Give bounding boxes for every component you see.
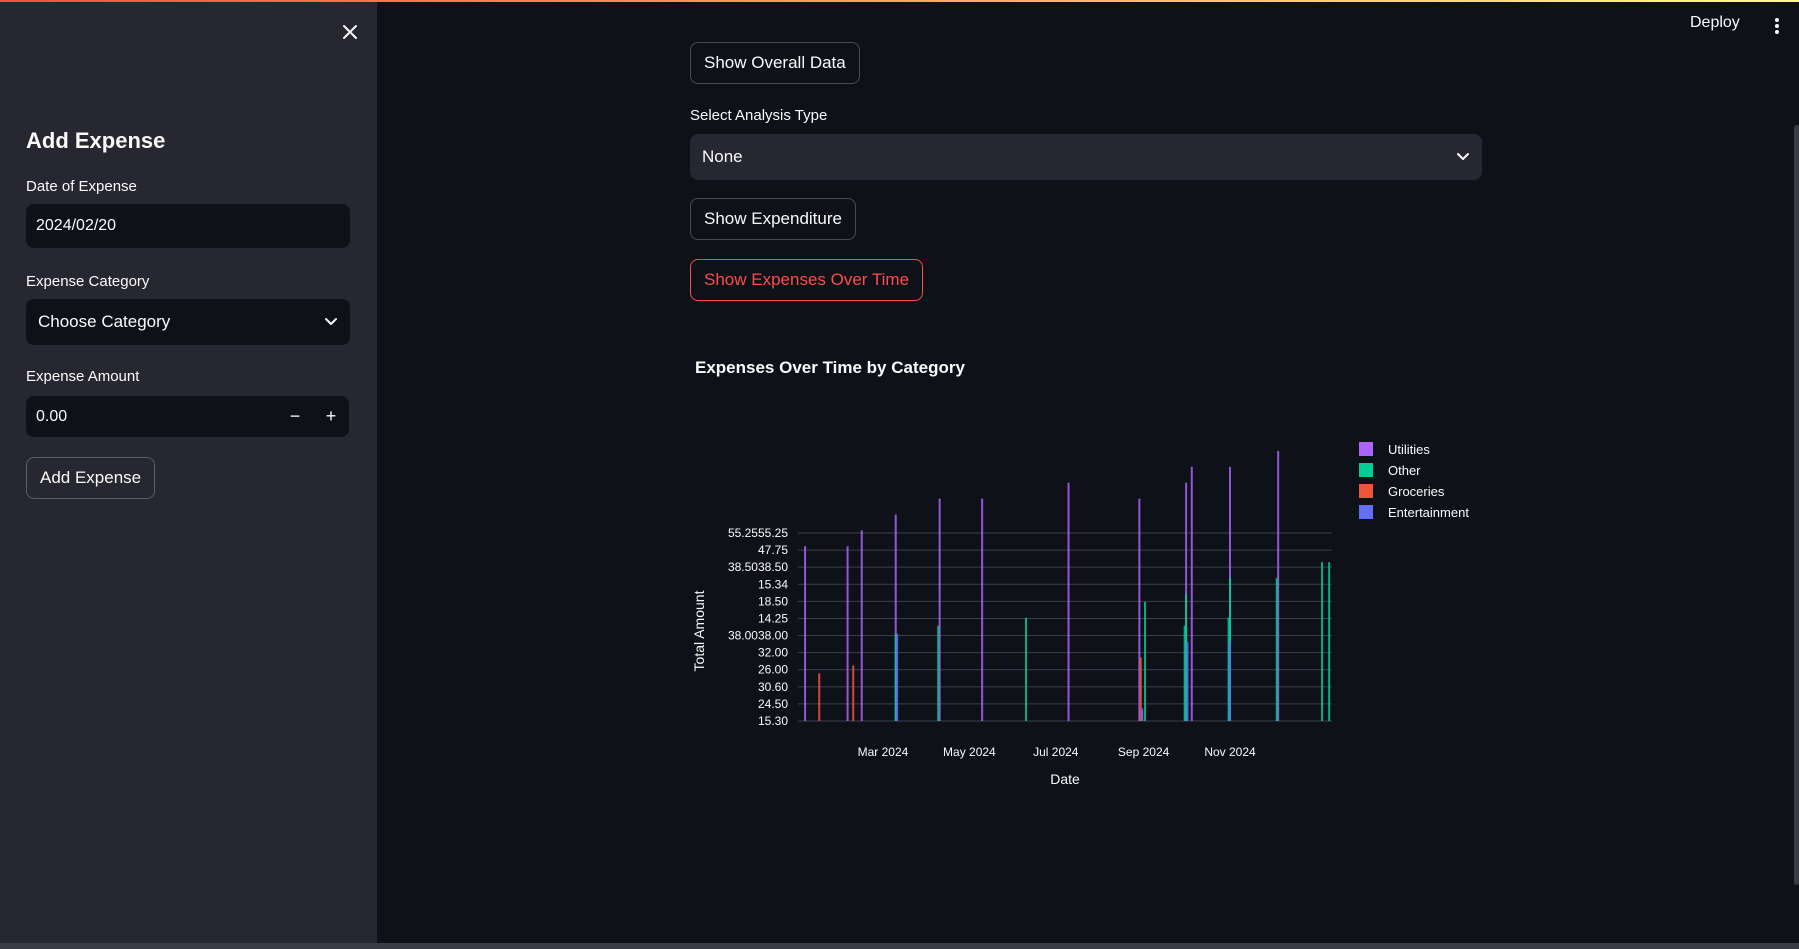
bar-entertainment [896,633,899,721]
y-tick-label: 32.00 [758,646,788,660]
bar-utilities [846,546,849,721]
bar-utilities [860,530,863,721]
bar-utilities [804,546,807,721]
legend-swatch-groceries[interactable] [1359,484,1373,498]
y-tick-label: 15.30 [758,714,788,728]
bar-utilities [981,498,984,721]
bar-other [1144,601,1147,721]
legend-label-utilities[interactable]: Utilities [1388,442,1430,457]
y-tick-label: 18.50 [758,594,788,608]
y-tick-label: 24.50 [758,697,788,711]
x-tick-label: Nov 2024 [1204,745,1256,759]
y-axis-title: Total Amount [691,590,707,671]
x-tick-label: May 2024 [943,745,996,759]
bar-other [1025,617,1028,721]
legend-label-groceries[interactable]: Groceries [1388,484,1445,499]
window-bottom-bar [0,943,1799,949]
x-tick-label: Sep 2024 [1118,745,1170,759]
legend-label-entertainment[interactable]: Entertainment [1388,505,1469,520]
bar-groceries [852,665,855,721]
y-tick-label: 55.2555.25 [728,526,788,540]
legend-label-other[interactable]: Other [1388,463,1421,478]
legend-swatch-entertainment[interactable] [1359,505,1373,519]
bar-other [1328,562,1331,721]
x-tick-label: Mar 2024 [858,745,909,759]
bar-other [937,625,940,721]
bar-other [1321,562,1324,721]
bar-utilities [1067,482,1070,721]
bar-other [1275,578,1278,721]
x-tick-label: Jul 2024 [1033,745,1079,759]
y-tick-label: 26.00 [758,663,788,677]
expenses-chart: 15.30 24.50 30.60 26.00 32.00 38.0038.00 14.25… [691,442,1469,787]
scrollbar[interactable] [1794,125,1799,885]
legend-swatch-utilities[interactable] [1359,442,1373,456]
y-tick-label: 14.25 [758,611,788,625]
y-tick-label: 38.5038.50 [728,560,788,574]
y-tick-label: 47.75 [758,543,788,557]
y-tick-label: 30.60 [758,680,788,694]
bar-entertainment [1186,641,1189,721]
x-axis-title: Date [1050,771,1080,787]
bar-utilities [1190,466,1193,721]
y-tick-label: 15.34 [758,577,788,591]
legend-swatch-other[interactable] [1359,463,1373,477]
y-tick-label: 38.0038.00 [728,629,788,643]
bar-entertainment [1229,641,1232,721]
bar-groceries [818,673,821,721]
bar-entertainment [1141,708,1144,721]
